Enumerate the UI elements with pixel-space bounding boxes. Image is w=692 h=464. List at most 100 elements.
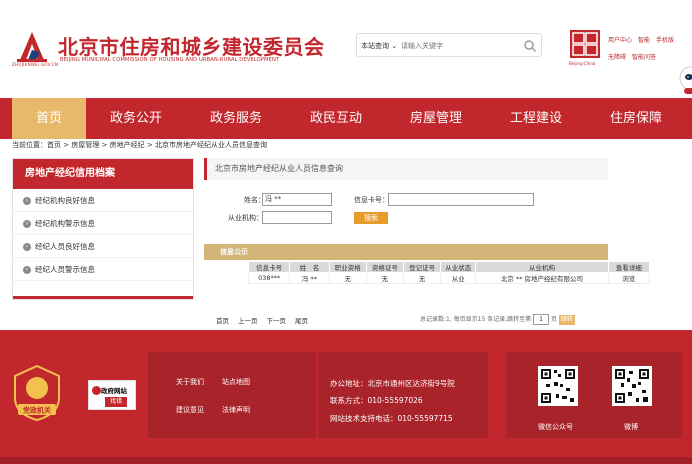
cell-card-no: 038*** (247, 272, 291, 284)
page-number-input[interactable]: 1 (533, 314, 550, 325)
arrow-right-icon: › (23, 197, 31, 205)
party-badge-label: 党政机关 (23, 406, 51, 415)
site-footer: 党政机关 政府网站 找错 关于我们 站点地图 建议意见 法律声明 办公地址：北京… (0, 330, 692, 464)
col-qualification: 职业资格 (328, 261, 367, 273)
query-panel: 北京市房地产经纪从业人员信息查询 姓名： 冯 ** 信息卡号： 从业机构： 搜索 (204, 158, 608, 228)
about-us-link[interactable]: 关于我们 (176, 377, 204, 387)
col-card-no: 信息卡号 (247, 261, 291, 273)
sidebar-item-person-warning[interactable]: › 经纪人员警示信息 (13, 258, 193, 281)
commission-logo-icon[interactable] (14, 30, 50, 64)
weibo-qr-icon (612, 366, 652, 406)
smart-link[interactable]: 智能 (638, 37, 650, 44)
sidebar-item-org-good[interactable]: › 经纪机构良好信息 (13, 189, 193, 212)
pager-last[interactable]: 尾页 (295, 317, 308, 325)
wechat-qr-label: 微信公众号 (538, 423, 573, 431)
footer-bottom-band (0, 457, 692, 464)
sidebar-item-label: 经纪机构良好信息 (35, 196, 95, 205)
pager-links: 首页 上一页 下一页 尾页 (216, 315, 317, 325)
cert-no-label: 信息卡号： (354, 196, 389, 204)
search-scope-select[interactable]: 本站查询 ⌄ (361, 41, 397, 51)
arrow-right-icon: › (23, 266, 31, 274)
org-input[interactable] (262, 211, 332, 224)
cert-no-input[interactable] (388, 193, 534, 206)
col-reg-cert: 登记证号 (402, 261, 442, 273)
nav-home[interactable]: 首页 (12, 98, 86, 139)
gov-badge-top: 政府网站 (101, 387, 127, 395)
col-qual-cert: 资格证号 (365, 261, 405, 273)
mobile-link[interactable]: 手机版 (656, 37, 674, 44)
sidebar: 房地产经纪信用档案 › 经纪机构良好信息 › 经纪机构警示信息 › 经纪人员良好… (12, 158, 194, 300)
col-org: 从业机构 (475, 261, 609, 273)
table-header-row: 信息卡号 姓 名 职业资格 资格证号 登记证号 从业状态 从业机构 查看详细 (247, 261, 651, 273)
top-links: 用户中心 智能 手机版 无障碍 智能问答 (608, 32, 692, 66)
sidebar-item-label: 经纪人员警示信息 (35, 265, 95, 274)
name-input[interactable]: 冯 ** (262, 193, 332, 206)
footer-qr-box (506, 352, 682, 438)
logo-subtext: ZHUJIANWEI.GOV.CN (12, 62, 59, 67)
main-nav: 首页 政务公开 政务服务 政民互动 房屋管理 工程建设 住房保障 (0, 98, 692, 139)
footer-address: 办公地址：北京市通州区达济街9号院 (330, 379, 455, 388)
cell-qual-cert: 无 (365, 272, 405, 284)
footer-tech-phone: 网站技术支持电话：010-55597715 (330, 414, 453, 423)
nav-construction[interactable]: 工程建设 (494, 98, 578, 139)
nav-gov-services[interactable]: 政务服务 (196, 98, 276, 139)
gov-site-error-badge[interactable]: 政府网站 找错 (88, 380, 136, 410)
wechat-qr-icon (538, 366, 578, 406)
page-go-button[interactable]: 跳转 (558, 314, 575, 325)
user-center-link[interactable]: 用户中心 (608, 37, 632, 44)
feedback-link[interactable]: 建议意见 (176, 405, 204, 415)
sidebar-title: 房地产经纪信用档案 (13, 159, 193, 189)
nav-gov-affairs[interactable]: 政务公开 (96, 98, 176, 139)
footer-links-box: 关于我们 站点地图 建议意见 法律声明 (148, 352, 316, 438)
nav-housing-security[interactable]: 住房保障 (594, 98, 678, 139)
search-button[interactable]: 搜索 (354, 212, 388, 224)
cell-org: 北京 ** 房地产经纪有限公司 (475, 272, 609, 284)
search-icon[interactable] (523, 39, 537, 53)
pager-next[interactable]: 下一页 (267, 317, 287, 325)
accessibility-link[interactable]: 无障碍 (608, 54, 626, 61)
org-label: 从业机构： (228, 214, 263, 222)
results-heading: 信息公示 (204, 244, 608, 260)
arrow-right-icon: › (23, 220, 31, 228)
sidebar-item-label: 经纪人员良好信息 (35, 242, 95, 251)
site-title[interactable]: 北京市住房和城乡建设委员会 (58, 31, 325, 60)
sitemap-link[interactable]: 站点地图 (222, 377, 250, 387)
arrow-right-icon: › (23, 243, 31, 251)
results-table: 信息卡号 姓 名 职业资格 资格证号 登记证号 从业状态 从业机构 查看详细 0… (247, 261, 651, 284)
page-unit: 页 (550, 316, 557, 323)
cell-qualification: 无 (328, 272, 367, 284)
site-header: ZHUJIANWEI.GOV.CN 北京市住房和城乡建设委员会 BEIJING … (0, 0, 692, 98)
cell-reg-cert: 无 (402, 272, 442, 284)
sidebar-footer-bar (13, 296, 193, 299)
col-status: 从业状态 (440, 261, 477, 273)
cell-name: 冯 ** (289, 272, 330, 284)
gov-badge-bottom: 找错 (105, 397, 127, 407)
col-name: 姓 名 (289, 261, 330, 273)
footer-phone: 联系方式：010-55597026 (330, 396, 423, 405)
robot-assistant-icon[interactable] (678, 66, 692, 96)
sidebar-item-person-good[interactable]: › 经纪人员良好信息 (13, 235, 193, 258)
cell-status: 从业 (440, 272, 477, 284)
breadcrumb[interactable]: 当前位置：首页 > 房屋管理 > 房地产经纪 > 北京市房地产经纪从业人员信息查… (12, 140, 267, 150)
view-detail-link[interactable]: 浏览 (607, 272, 651, 284)
weibo-qr-label: 微博 (624, 423, 638, 431)
pager-prev[interactable]: 上一页 (238, 317, 258, 325)
capital-logo-text: Beijing·China (569, 61, 596, 66)
legal-link[interactable]: 法律声明 (222, 405, 250, 415)
capital-beijing-logo-icon (570, 30, 600, 58)
site-subtitle: BEIJING MUNICIPAL COMMISSION OF HOUSING … (60, 57, 280, 63)
site-search: 本站查询 ⌄ (356, 33, 542, 57)
pager-summary-text: 总记录数:1, 每页显示15 条记录,跳转至第 (420, 316, 532, 323)
col-detail: 查看详细 (607, 261, 651, 273)
pager-first[interactable]: 首页 (216, 317, 229, 325)
sidebar-item-org-warning[interactable]: › 经纪机构警示信息 (13, 212, 193, 235)
party-gov-badge-icon[interactable]: 党政机关 (12, 364, 62, 422)
search-input[interactable] (401, 37, 519, 54)
nav-housing[interactable]: 房屋管理 (394, 98, 478, 139)
smart-qa-link[interactable]: 智能问答 (632, 54, 656, 61)
pager-summary: 总记录数:1, 每页显示15 条记录,跳转至第 1 页 跳转 (420, 314, 575, 325)
gov-badge-icon (92, 386, 101, 395)
query-title: 北京市房地产经纪从业人员信息查询 (204, 158, 608, 180)
table-row: 038*** 冯 ** 无 无 无 从业 北京 ** 房地产经纪有限公司 浏览 (247, 272, 651, 284)
nav-interaction[interactable]: 政民互动 (296, 98, 376, 139)
